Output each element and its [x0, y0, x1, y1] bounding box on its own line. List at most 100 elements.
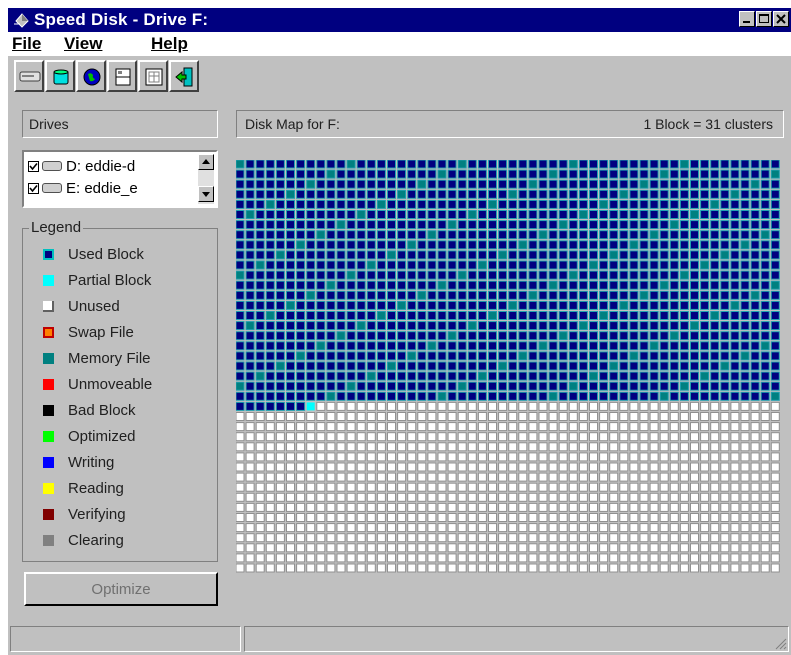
used-block: [447, 270, 457, 280]
unused-block: [346, 523, 356, 533]
used-block: [568, 351, 578, 361]
unused-block: [457, 563, 467, 573]
used-block: [477, 361, 487, 371]
used-block: [417, 210, 427, 219]
used-block: [316, 381, 326, 391]
unused-block: [578, 482, 588, 492]
used-block: [477, 311, 487, 320]
used-block: [578, 361, 588, 371]
used-block: [376, 280, 386, 290]
drive-icon: [19, 71, 41, 82]
close-button[interactable]: [773, 11, 789, 27]
used-block: [366, 290, 376, 300]
used-block: [508, 361, 518, 371]
used-block: [730, 311, 740, 320]
unused-block: [730, 502, 740, 512]
unused-block: [730, 533, 740, 543]
title-bar[interactable]: Speed Disk - Drive F:: [8, 8, 791, 32]
unused-block: [407, 502, 417, 512]
optimize-button[interactable]: Optimize: [24, 572, 218, 606]
unused-block: [457, 401, 467, 411]
used-block: [366, 169, 376, 179]
unused-block: [659, 563, 669, 573]
drives-scrollbar[interactable]: [198, 154, 214, 204]
resize-grip-icon[interactable]: [773, 636, 787, 650]
unused-block: [265, 472, 275, 482]
unused-block: [255, 422, 265, 432]
used-block: [306, 371, 316, 381]
drive-e-checkbox[interactable]: [28, 182, 39, 194]
unused-block: [366, 472, 376, 482]
unused-block: [235, 482, 245, 492]
unused-block: [387, 523, 396, 533]
toolbar-cylinder-button[interactable]: [45, 60, 75, 92]
used-block: [740, 159, 750, 169]
used-block: [447, 391, 457, 401]
used-block: [548, 300, 558, 310]
used-block: [730, 220, 740, 230]
used-block: [498, 391, 508, 401]
used-block: [296, 280, 306, 290]
used-block: [669, 290, 679, 300]
drive-item-e[interactable]: E: eddie_e: [28, 178, 138, 198]
drive-item-d[interactable]: D: eddie-d: [28, 156, 135, 176]
unused-block: [568, 422, 578, 432]
unused-block: [376, 452, 386, 462]
toolbar-document-button[interactable]: [107, 60, 137, 92]
used-block: [447, 351, 457, 361]
used-block: [700, 300, 710, 310]
used-block: [488, 260, 497, 270]
unmoveable-swatch: [43, 378, 54, 390]
unused-block: [589, 422, 598, 432]
used-block: [629, 240, 639, 250]
maximize-button[interactable]: [756, 11, 772, 27]
unused-block: [679, 502, 689, 512]
unused-block: [488, 462, 497, 472]
used-block: [589, 290, 598, 300]
unused-block: [447, 432, 457, 442]
unused-block: [770, 513, 780, 522]
used-block: [366, 220, 376, 230]
used-block: [498, 179, 508, 189]
unused-block: [245, 452, 255, 462]
used-block: [488, 311, 497, 320]
unused-block: [589, 482, 598, 492]
used-block: [316, 280, 326, 290]
unused-block: [326, 553, 336, 563]
toolbar-globe-button[interactable]: [76, 60, 106, 92]
minimize-button[interactable]: [739, 11, 755, 27]
used-block: [700, 179, 710, 189]
used-block: [376, 381, 386, 391]
legend-item-label: Used Block: [68, 245, 144, 263]
toolbar-drive-button[interactable]: [14, 60, 44, 92]
menu-view[interactable]: View: [64, 34, 102, 54]
used-block: [387, 341, 396, 351]
menu-file[interactable]: File: [12, 34, 41, 54]
unused-block: [407, 543, 417, 553]
scroll-up-button[interactable]: [198, 154, 214, 170]
toolbar-exit-button[interactable]: [169, 60, 199, 92]
unused-block: [275, 523, 285, 533]
unused-block: [275, 513, 285, 522]
drive-d-checkbox[interactable]: [28, 160, 39, 172]
unused-block: [477, 492, 487, 502]
speed-disk-window: Speed Disk - Drive F: File View Help Dri…: [8, 8, 791, 655]
menu-help[interactable]: Help: [151, 34, 188, 54]
used-block: [326, 280, 336, 290]
used-block: [700, 220, 710, 230]
toolbar-calendar-button[interactable]: [138, 60, 168, 92]
used-block: [407, 280, 417, 290]
used-block: [235, 210, 245, 219]
used-block: [508, 260, 518, 270]
used-block: [679, 361, 689, 371]
used-block: [690, 311, 699, 320]
drives-list[interactable]: D: eddie-d E: eddie_e: [22, 150, 218, 208]
unused-block: [629, 563, 639, 573]
used-block: [397, 371, 407, 381]
unused-block: [760, 462, 770, 472]
scroll-down-button[interactable]: [198, 186, 214, 202]
unused-block: [730, 513, 740, 522]
unused-block: [336, 442, 346, 452]
used-block: [750, 300, 760, 310]
unused-block: [508, 452, 518, 462]
